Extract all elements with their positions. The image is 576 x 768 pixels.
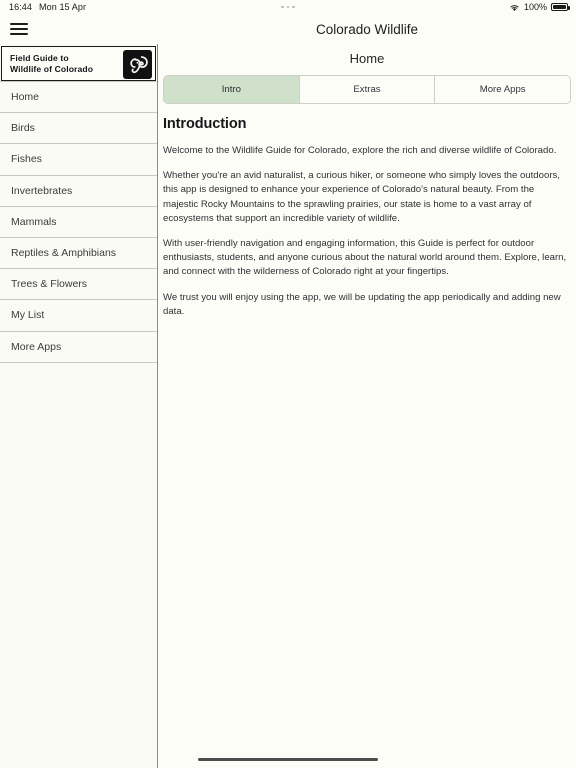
paragraph-navigation: With user-friendly navigation and engagi…	[163, 238, 567, 278]
paragraph-closing: We trust you will enjoy using the app, w…	[163, 291, 561, 317]
navigation-bar: Colorado Wildlife	[0, 14, 576, 44]
sidebar-item-label: Invertebrates	[11, 184, 73, 197]
tab-bar: Intro Extras More Apps	[163, 75, 571, 104]
sidebar-item-reptiles-amphibians[interactable]: Reptiles & Amphibians	[0, 237, 157, 270]
sidebar-item-trees-flowers[interactable]: Trees & Flowers	[0, 269, 157, 301]
sidebar-item-label: More Apps	[11, 340, 62, 353]
sidebar: Field Guide to Wildlife of Colorado Home…	[0, 44, 158, 768]
sidebar-item-label: Mammals	[11, 215, 57, 228]
wifi-icon	[509, 3, 520, 12]
sidebar-item-label: My List	[11, 309, 45, 322]
sidebar-header-title: Field Guide to Wildlife of Colorado	[2, 53, 93, 75]
sidebar-item-my-list[interactable]: My List	[0, 300, 157, 332]
tab-intro[interactable]: Intro	[164, 76, 300, 103]
sidebar-item-label: Trees & Flowers	[11, 278, 88, 291]
sidebar-header: Field Guide to Wildlife of Colorado	[1, 46, 156, 81]
main-content: Home Intro Extras More Apps Introduction…	[158, 44, 576, 768]
app-root: 16:44 Mon 15 Apr 100% Colorado Wildlife	[0, 0, 576, 768]
three-dots-icon	[281, 5, 295, 9]
sidebar-header-line2: Wildlife of Colorado	[10, 63, 94, 74]
paragraph-welcome: Welcome to the Wildlife Guide for Colora…	[163, 145, 557, 156]
sidebar-item-more-apps[interactable]: More Apps	[0, 331, 157, 363]
hamburger-menu-icon[interactable]	[8, 20, 30, 38]
sidebar-item-birds[interactable]: Birds	[0, 113, 157, 145]
sidebar-item-label: Birds	[11, 122, 35, 135]
paragraph-about: Whether you're an avid naturalist, a cur…	[163, 170, 560, 224]
sidebar-header-line1: Field Guide to	[10, 52, 69, 63]
sidebar-menu: Home Birds Fishes Invertebrates Mammals …	[0, 81, 157, 363]
tab-more-apps[interactable]: More Apps	[435, 76, 570, 103]
sidebar-item-mammals[interactable]: Mammals	[0, 206, 157, 238]
article-body: Introduction Welcome to the Wildlife Gui…	[158, 104, 576, 319]
sidebar-item-invertebrates[interactable]: Invertebrates	[0, 175, 157, 207]
tab-label: Intro	[221, 84, 241, 95]
status-bar: 16:44 Mon 15 Apr 100%	[0, 0, 576, 14]
tab-label: More Apps	[479, 84, 526, 95]
section-heading: Introduction	[163, 116, 247, 132]
status-bar-right: 100%	[509, 0, 570, 14]
sidebar-item-fishes[interactable]: Fishes	[0, 144, 157, 176]
bighorn-sheep-logo-icon	[123, 50, 152, 79]
app-title: Colorado Wildlife	[315, 21, 419, 37]
sidebar-item-label: Fishes	[11, 153, 42, 166]
battery-full-icon	[551, 2, 570, 12]
status-bar-center	[0, 0, 576, 14]
tab-label: Extras	[353, 84, 381, 95]
sidebar-item-home[interactable]: Home	[0, 82, 157, 114]
page-title: Home	[349, 50, 385, 66]
sidebar-item-label: Reptiles & Amphibians	[11, 247, 117, 260]
tab-extras[interactable]: Extras	[299, 76, 436, 103]
sidebar-item-label: Home	[11, 91, 40, 104]
battery-percent-label: 100%	[523, 2, 547, 12]
